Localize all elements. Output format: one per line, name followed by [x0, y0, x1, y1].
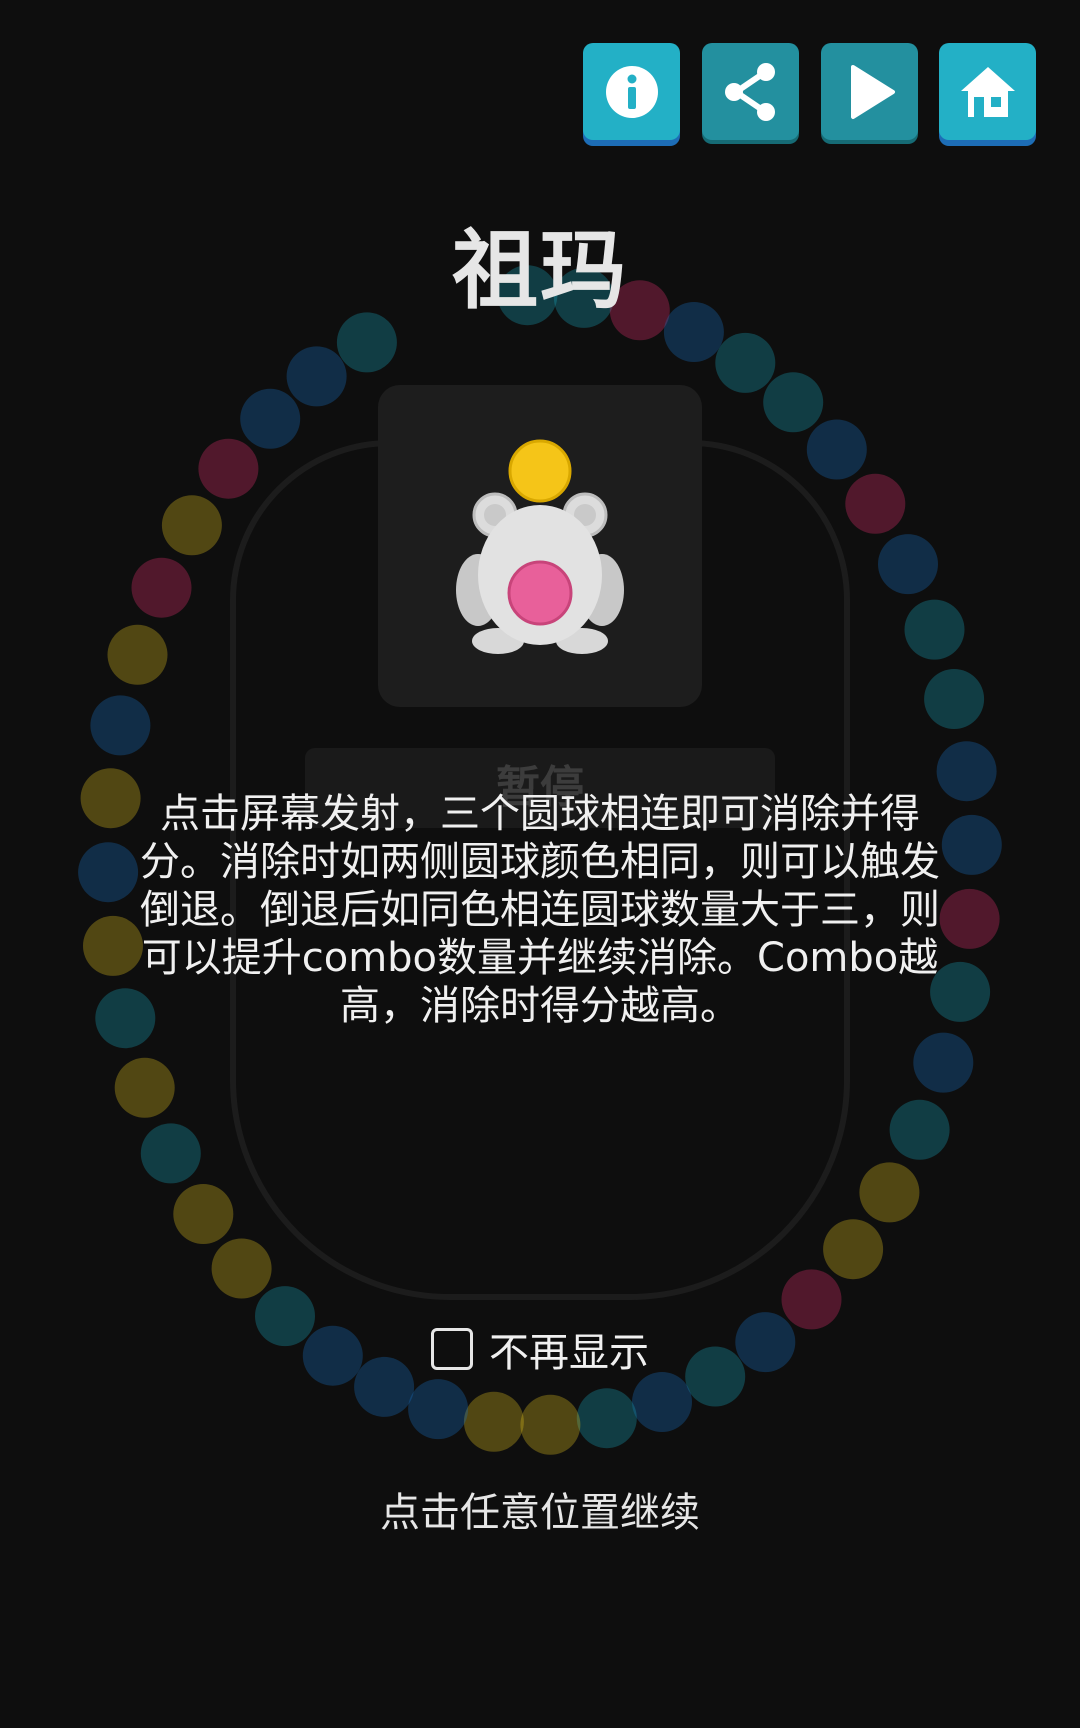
- background-ball: [939, 888, 1000, 949]
- dialog-title: 祖玛: [452, 221, 628, 321]
- background-ball: [114, 1057, 175, 1118]
- background-ball: [806, 419, 867, 480]
- background-ball: [913, 1032, 974, 1093]
- background-ball: [161, 495, 222, 556]
- home-button[interactable]: [939, 43, 1036, 140]
- background-ball: [83, 915, 143, 976]
- share-button[interactable]: [702, 43, 799, 140]
- background-ball: [78, 842, 139, 903]
- background-ball: [823, 1219, 884, 1280]
- tap-to-continue-hint: 点击任意位置继续: [380, 1490, 700, 1536]
- share-icon: [724, 62, 775, 121]
- background-ball: [173, 1184, 234, 1244]
- background-ball: [140, 1123, 201, 1184]
- background-ball: [904, 599, 965, 660]
- illustration-card: [378, 385, 702, 707]
- background-ball: [878, 534, 938, 595]
- background-ball: [211, 1238, 272, 1299]
- background-ball: [107, 624, 168, 685]
- background-ball: [286, 346, 347, 407]
- dont-show-again-option[interactable]: 不再显示: [0, 1320, 1080, 1378]
- background-ball: [131, 557, 192, 618]
- background-ball: [520, 1394, 581, 1455]
- background-ball: [763, 372, 824, 433]
- background-ball: [576, 1388, 637, 1449]
- background-ball: [90, 695, 151, 756]
- background-ball: [240, 388, 301, 449]
- play-icon: [850, 64, 895, 119]
- info-icon: [605, 65, 658, 118]
- background-ball: [80, 768, 141, 829]
- background-ball: [845, 473, 906, 534]
- background-ball: [463, 1391, 524, 1452]
- home-icon: [960, 66, 1015, 117]
- background-ball: [936, 741, 997, 802]
- background-ball: [198, 438, 259, 499]
- background-ball: [632, 1372, 692, 1432]
- background-ball: [859, 1162, 920, 1223]
- background-ball: [408, 1379, 469, 1440]
- background-ball: [941, 814, 1002, 875]
- background-ball: [889, 1099, 950, 1160]
- background-ball: [715, 332, 776, 393]
- dont-show-again-label: 不再显示: [489, 1330, 649, 1376]
- play-button[interactable]: [821, 43, 918, 140]
- game-screen[interactable]: 暂停 祖玛 点击屏幕发射，三个圆球相连即可消除并得分。消除时如两侧圆球颜色相同，…: [0, 0, 1080, 1728]
- dont-show-again-checkbox[interactable]: [431, 1328, 473, 1370]
- instructions-text: 点击屏幕发射，三个圆球相连即可消除并得分。消除时如两侧圆球颜色相同，则可以触发倒…: [140, 791, 940, 1029]
- background-ball: [924, 669, 985, 729]
- info-button[interactable]: [583, 43, 680, 140]
- frog-shooter-icon: [456, 439, 624, 654]
